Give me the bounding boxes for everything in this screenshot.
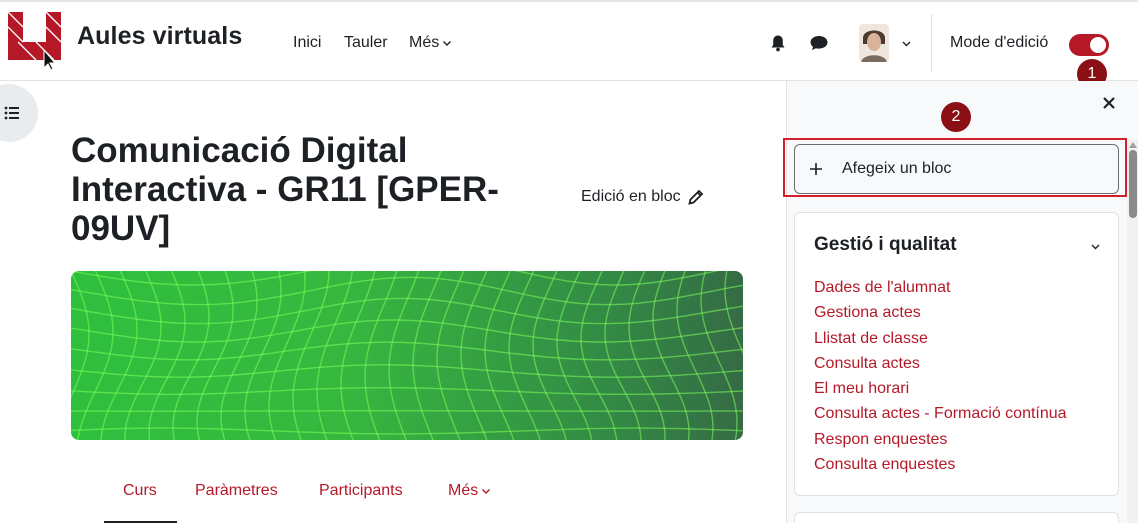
edit-mode-toggle[interactable] [1069,34,1109,56]
add-block-label: Afegeix un bloc [842,160,952,177]
step-badge-2: 2 [941,102,971,132]
tab-more[interactable]: Més [448,482,491,500]
course-index-toggle[interactable] [0,84,38,142]
bulk-edit-label: Edició en bloc [581,188,681,205]
block-management-quality: Gestió i qualitat Dades de l'alumnat Ges… [794,212,1119,496]
nav-more-label: Més [409,34,440,51]
nav-home[interactable]: Inici [293,34,321,52]
tab-settings[interactable]: Paràmetres [195,482,278,500]
close-icon[interactable] [1102,96,1116,110]
site-name[interactable]: Aules virtuals [77,22,242,51]
block-link[interactable]: Consulta actes [814,355,1067,380]
block-link[interactable]: Gestiona actes [814,304,1067,329]
chevron-down-icon[interactable] [1090,241,1101,252]
plus-icon [810,163,822,175]
bell-icon[interactable] [769,34,787,52]
block-link-list: Dades de l'alumnat Gestiona actes Llista… [814,279,1067,481]
page-title: Comunicació Digital Interactiva - GR11 [… [71,131,499,248]
tab-more-label: Més [448,482,479,499]
chevron-down-icon[interactable] [901,38,912,49]
bulk-edit-button[interactable]: Edició en bloc [581,188,705,206]
toggle-knob [1090,37,1106,53]
block-link[interactable]: Consulta actes - Formació contínua [814,405,1067,430]
block-link[interactable]: Llistat de classe [814,330,1067,355]
scroll-up-arrow[interactable] [1129,142,1137,148]
top-navbar: Aules virtuals Inici Tauler Més Mode d'e… [0,0,1138,81]
tab-participants[interactable]: Participants [319,482,403,500]
block-link[interactable]: El meu horari [814,380,1067,405]
block-title: Gestió i qualitat [814,234,957,255]
chevron-down-icon [482,489,491,494]
chevron-down-icon [443,41,452,46]
pencil-icon [687,189,703,205]
chat-icon[interactable] [809,34,829,52]
nav-divider [931,14,932,72]
course-banner-image [71,271,743,440]
add-block-button[interactable]: Afegeix un bloc [794,144,1119,194]
scrollbar-thumb[interactable] [1129,150,1137,218]
edit-mode-label: Mode d'edició [950,34,1049,51]
list-icon [4,106,19,120]
block-link[interactable]: Consulta enquestes [814,456,1067,481]
block-link[interactable]: Respon enquestes [814,431,1067,456]
tab-course[interactable]: Curs [123,482,157,500]
next-block-card [794,512,1119,523]
nav-more[interactable]: Més [409,34,452,52]
block-link[interactable]: Dades de l'alumnat [814,279,1067,304]
logo-icon[interactable] [8,12,64,70]
course-secondary-nav: Curs Paràmetres Participants Més [104,470,524,523]
avatar[interactable] [859,24,889,62]
nav-dashboard[interactable]: Tauler [344,34,388,52]
